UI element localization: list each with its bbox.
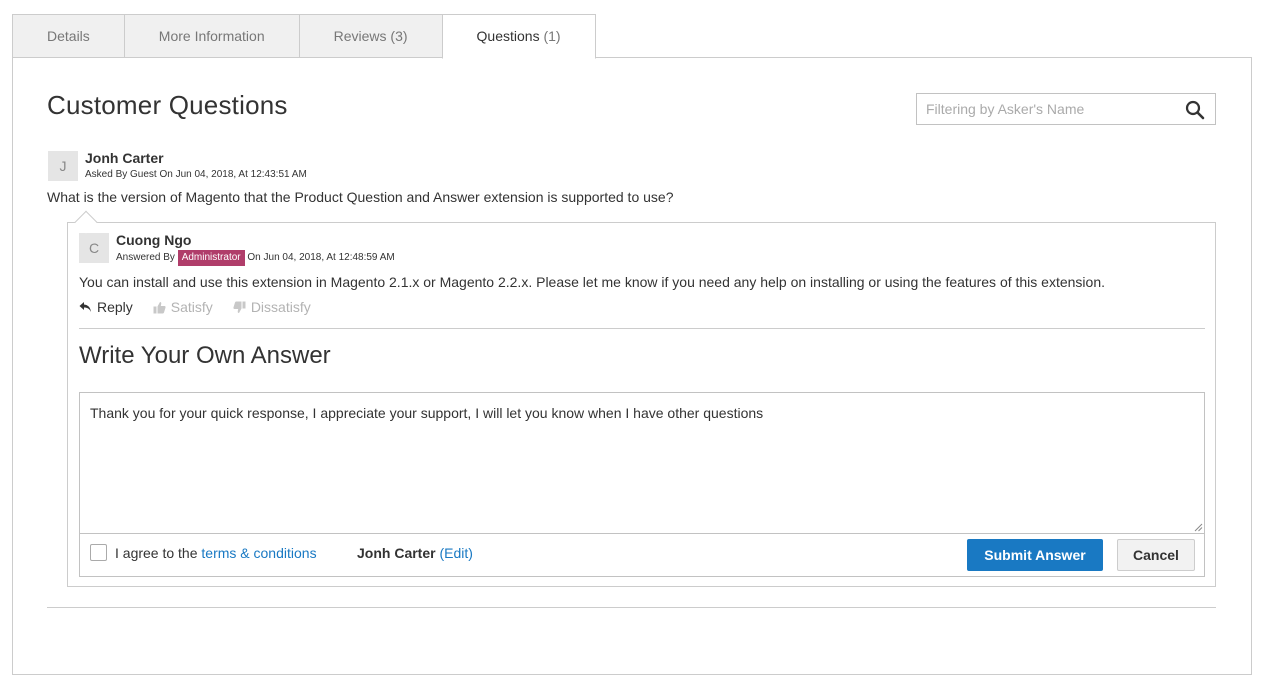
answer-text: You can install and use this extension i… (79, 274, 1106, 290)
resize-grip-icon[interactable] (1193, 522, 1203, 532)
satisfy-label: Satisfy (170, 299, 213, 315)
tab-questions-label: Questions (476, 28, 540, 44)
search-icon[interactable] (1185, 100, 1205, 120)
agree-prefix: I agree to the (115, 545, 198, 561)
tab-questions-count: (1) (543, 28, 561, 44)
tab-more-information-label: More Information (158, 28, 265, 44)
answer-textarea[interactable]: Thank you for your quick response, I app… (79, 392, 1205, 534)
reply-icon (79, 302, 91, 312)
tab-reviews[interactable]: Reviews (3) (298, 14, 443, 58)
answer-author-info: Jonh Carter (Edit) (357, 545, 473, 561)
tab-details[interactable]: Details (12, 14, 125, 58)
tab-questions[interactable]: Questions (1) (441, 14, 596, 59)
asker-search-input[interactable] (917, 94, 1177, 124)
answer-actions: Reply Satisfy Dissatisfy (79, 299, 311, 315)
submit-answer-button[interactable]: Submit Answer (967, 539, 1103, 571)
answer-textarea-value: Thank you for your quick response, I app… (90, 405, 764, 421)
thumbs-up-icon (153, 301, 166, 313)
tab-details-label: Details (47, 28, 90, 44)
agree-checkbox[interactable] (90, 544, 107, 561)
reply-button[interactable]: Reply (79, 299, 133, 315)
answer-meta-suffix: On Jun 04, 2018, At 12:48:59 AM (247, 252, 395, 263)
section-title: Customer Questions (47, 90, 288, 120)
dissatisfy-button[interactable]: Dissatisfy (233, 299, 311, 315)
tab-reviews-count: (3) (390, 28, 408, 44)
thumbs-down-icon (233, 301, 246, 313)
answer-meta: Answered By Administrator On Jun 04, 201… (116, 250, 395, 266)
terms-link[interactable]: terms & conditions (201, 545, 316, 561)
asker-search (916, 93, 1216, 125)
write-answer-title: Write Your Own Answer (79, 342, 331, 369)
cancel-button[interactable]: Cancel (1117, 539, 1195, 571)
tab-bar: Details More Information Reviews (3) Que… (12, 14, 596, 59)
current-user-name: Jonh Carter (357, 545, 436, 561)
answer-form-footer: I agree to the terms & conditions Jonh C… (79, 533, 1205, 577)
answer-author: Cuong Ngo (116, 232, 192, 248)
role-badge: Administrator (177, 250, 245, 266)
satisfy-button[interactable]: Satisfy (153, 299, 213, 315)
edit-link[interactable]: Edit (444, 545, 468, 561)
question-text: What is the version of Magento that the … (47, 189, 674, 205)
answer-meta-prefix: Answered By (116, 252, 175, 263)
tab-reviews-label: Reviews (333, 28, 387, 44)
divider (79, 328, 1205, 329)
dissatisfy-label: Dissatisfy (250, 299, 311, 315)
answer-avatar: C (79, 233, 109, 263)
reply-label: Reply (97, 299, 133, 315)
question-avatar: J (48, 151, 78, 181)
bottom-divider (47, 607, 1216, 608)
edit-paren-close: ) (468, 545, 473, 561)
question-meta: Asked By Guest On Jun 04, 2018, At 12:43… (85, 169, 307, 180)
agree-label: I agree to the terms & conditions (115, 545, 317, 561)
tab-more-information[interactable]: More Information (123, 14, 300, 58)
question-author: Jonh Carter (85, 150, 164, 166)
